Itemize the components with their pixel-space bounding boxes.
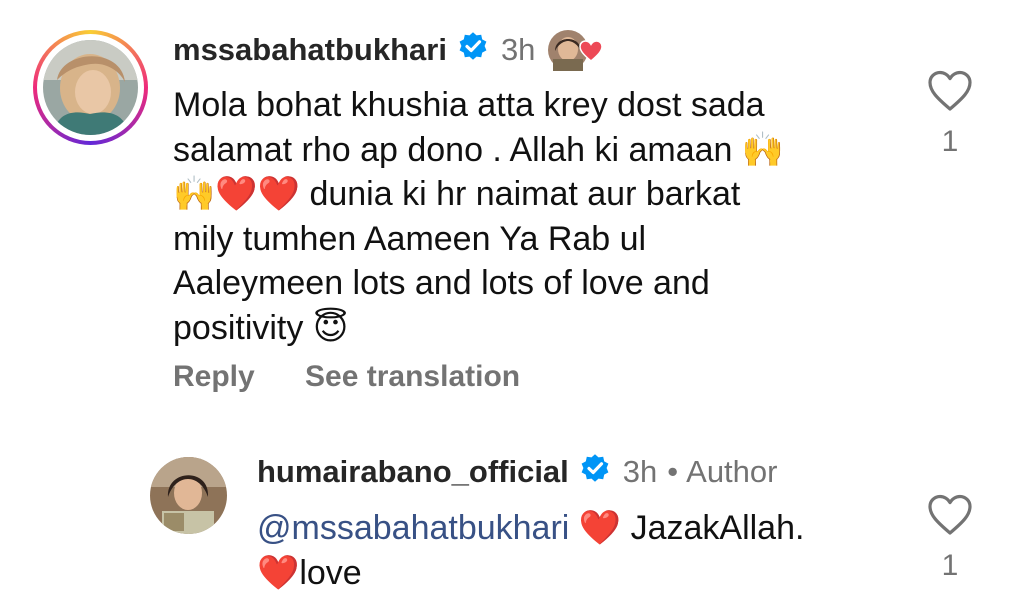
comment-line: ❤️love bbox=[257, 553, 362, 592]
verified-badge-icon bbox=[579, 452, 611, 492]
comment-line: salamat rho ap dono . Allah ki amaan 🙌 bbox=[173, 130, 785, 169]
like-count: 1 bbox=[941, 549, 959, 582]
comment-header: mssabahatbukhari 3h bbox=[173, 28, 605, 72]
comment-text: Mola bohat khushia atta krey dost sada s… bbox=[173, 83, 784, 350]
heart-outline-icon[interactable] bbox=[927, 70, 973, 117]
separator-dot: • bbox=[667, 454, 679, 489]
comment-line: positivity 😇 bbox=[173, 308, 349, 347]
timestamp[interactable]: 3h bbox=[501, 32, 535, 68]
verified-badge-icon bbox=[457, 30, 489, 70]
avatar-image bbox=[150, 457, 227, 534]
avatar[interactable] bbox=[43, 40, 138, 135]
comment-actions: Reply See translation bbox=[173, 360, 562, 394]
author-label: Author bbox=[686, 454, 778, 489]
comment-line: Aaleymeen lots and lots of love and bbox=[173, 264, 710, 302]
comment-line: Mola bohat khushia atta krey dost sada bbox=[173, 86, 765, 124]
heart-outline-icon[interactable] bbox=[927, 494, 973, 541]
comment-text: @mssabahatbukhari ❤️ JazakAllah. ❤️love bbox=[257, 506, 804, 595]
avatar-story-ring[interactable] bbox=[33, 30, 148, 145]
timestamp[interactable]: 3h bbox=[623, 454, 657, 490]
reply-button[interactable]: Reply bbox=[173, 360, 255, 393]
avatar[interactable] bbox=[150, 457, 227, 534]
username[interactable]: humairabano_official bbox=[257, 454, 569, 490]
like-control: 1 bbox=[922, 70, 978, 159]
like-count: 1 bbox=[941, 125, 959, 158]
comment-2: humairabano_official 3h • Author @mssaba… bbox=[0, 430, 1024, 604]
like-control: 1 bbox=[922, 494, 978, 583]
see-translation-button[interactable]: See translation bbox=[305, 360, 520, 393]
comment-header: humairabano_official 3h • Author bbox=[257, 450, 777, 494]
username[interactable]: mssabahatbukhari bbox=[173, 32, 447, 68]
comment-1: mssabahatbukhari 3h Mola bohat khushia a… bbox=[0, 0, 1024, 420]
author-liked-heart-icon bbox=[547, 29, 605, 71]
avatar-image bbox=[43, 40, 138, 135]
comment-line: 🙌❤️❤️ dunia ki hr naimat aur barkat bbox=[173, 175, 741, 213]
mention-link[interactable]: @mssabahatbukhari bbox=[257, 509, 569, 547]
comment-line: mily tumhen Aameen Ya Rab ul bbox=[173, 219, 647, 258]
comment-line: ❤️ JazakAllah. bbox=[569, 509, 805, 547]
